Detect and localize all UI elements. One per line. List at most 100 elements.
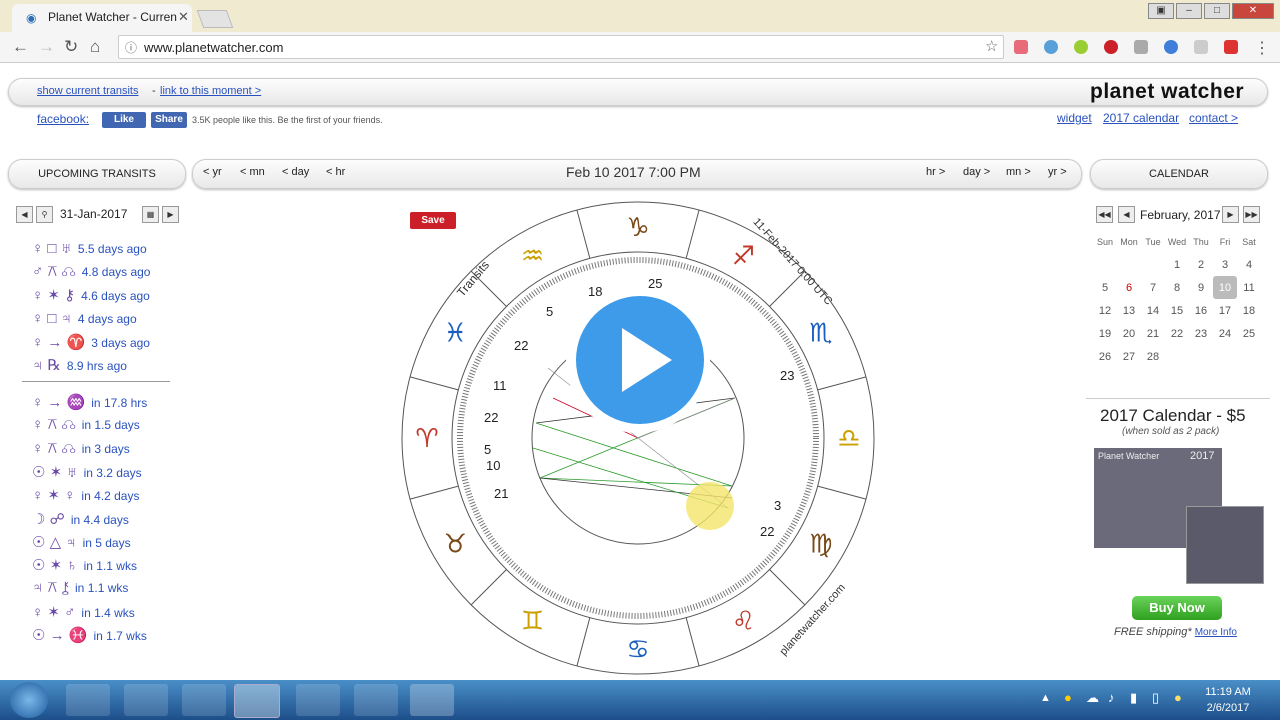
calendar-picker-icon[interactable]: ▦ [142,206,159,223]
cloud-icon[interactable]: ☁ [1086,690,1099,706]
transit-item[interactable]: ♀ → ♈ 3 days ago [32,333,150,351]
network-icon[interactable]: ▮ [1130,690,1137,706]
calendar-day[interactable]: 20 [1117,322,1141,345]
year-back-button[interactable]: < yr [203,166,222,178]
calendar-day[interactable]: 21 [1141,322,1165,345]
more-info-link[interactable]: More Info [1195,627,1237,638]
extension-icon[interactable] [1044,40,1058,54]
transit-item[interactable]: ♀ ✶ ♂ in 1.4 wks [32,603,135,621]
transit-item[interactable]: ☽ ☍ in 4.4 days [32,510,129,528]
transit-item[interactable]: ♃ ℞ 8.9 hrs ago [32,356,127,374]
bookmark-star-icon[interactable]: ☆ [985,37,998,55]
month-forward-button[interactable]: mn > [1006,166,1031,178]
calendar-day[interactable]: 7 [1141,276,1165,299]
chrome-icon[interactable] [234,684,280,718]
calendar-day[interactable]: 19 [1093,322,1117,345]
calendar-day[interactable]: 4 [1237,253,1261,276]
fb-share-button[interactable]: Share [151,112,187,128]
system-clock[interactable]: 11:19 AM 2/6/2017 [1200,684,1256,716]
maximize-button[interactable]: □ [1204,3,1230,19]
minimize-button[interactable]: – [1176,3,1202,19]
calendar-day[interactable]: 17 [1213,299,1237,322]
logo[interactable]: planet watcher [1090,80,1244,104]
calendar-day[interactable]: 5 [1093,276,1117,299]
calendar-next-month-button[interactable]: ▶ [1222,206,1239,223]
calendar-day[interactable]: 18 [1237,299,1261,322]
menu-icon[interactable]: ⋮ [1254,38,1270,58]
transit-item[interactable]: ♀ □ ♅ 5.5 days ago [32,240,147,257]
show-transits-link[interactable]: show current transits [37,85,138,97]
calendar-day[interactable]: 25 [1237,322,1261,345]
calendar-day[interactable]: 24 [1213,322,1237,345]
hour-forward-button[interactable]: hr > [926,166,945,178]
calendar-day[interactable]: 15 [1165,299,1189,322]
next-date-button[interactable]: ▶ [162,206,179,223]
tray-icon[interactable]: ● [1174,690,1182,705]
transit-item[interactable]: ☉ ✶ ♅ in 3.2 days [32,463,142,481]
calendar-next-year-button[interactable]: ▶▶ [1243,206,1260,223]
close-window-button[interactable]: ✕ [1232,3,1274,19]
fb-like-button[interactable]: Like [102,112,146,128]
calendar-day[interactable]: 3 [1213,253,1237,276]
calendar-day[interactable]: 10 [1213,276,1237,299]
calendar-day[interactable]: 22 [1165,322,1189,345]
calendar-day[interactable]: 26 [1093,345,1117,368]
calendar-day[interactable]: 28 [1141,345,1165,368]
new-tab-button[interactable] [196,10,234,28]
recorder-icon[interactable] [410,684,454,716]
volume-icon[interactable]: ♪ [1108,690,1115,705]
hour-back-button[interactable]: < hr [326,166,345,178]
taskbar-app-icon[interactable] [66,684,110,716]
search-icon[interactable]: ⚲ [36,206,53,223]
calendar-day[interactable]: 1 [1165,253,1189,276]
contact-link[interactable]: contact > [1189,111,1238,125]
buy-now-button[interactable]: Buy Now [1132,596,1222,620]
calendar-link[interactable]: 2017 calendar [1103,111,1179,125]
prev-date-button[interactable]: ◀ [16,206,33,223]
transit-item[interactable]: ♂ ⚻ ☊ 4.8 days ago [32,263,150,280]
folder-icon[interactable] [296,684,340,716]
transit-item[interactable]: ♀ ⚻ ☊ in 3 days [32,440,130,457]
transit-item[interactable]: ♀ → ♒ in 17.8 hrs [32,393,147,411]
widget-link[interactable]: widget [1057,111,1092,125]
extension-icon[interactable] [1224,40,1238,54]
calendar-day[interactable]: 27 [1117,345,1141,368]
calendar-detail-image[interactable] [1186,506,1264,584]
info-icon[interactable]: ⓘ [125,39,137,56]
transit-item[interactable]: ♀ ✶ ⚷ 4.6 days ago [32,286,150,304]
calendar-day[interactable]: 12 [1093,299,1117,322]
taskbar-app-icon[interactable] [182,684,226,716]
transit-item[interactable]: ♀ □ ♃ 4 days ago [32,310,137,327]
transit-item[interactable]: ♀ ⚻ ☊ in 1.5 days [32,416,140,433]
calendar-day[interactable]: 2 [1189,253,1213,276]
year-forward-button[interactable]: yr > [1048,166,1067,178]
calendar-day[interactable]: 13 [1117,299,1141,322]
tab-close-icon[interactable]: ✕ [178,9,189,25]
day-back-button[interactable]: < day [282,166,309,178]
start-button[interactable] [10,682,48,718]
calendar-day[interactable]: 16 [1189,299,1213,322]
calendar-day[interactable]: 11 [1237,276,1261,299]
extension-icon[interactable] [1014,40,1028,54]
calendar-day[interactable]: 14 [1141,299,1165,322]
media-icon[interactable] [354,684,398,716]
transit-item[interactable]: ☉ ✶ ♄ in 1.1 wks [32,556,137,574]
extension-icon[interactable] [1194,40,1208,54]
ie-icon[interactable] [124,684,168,716]
calendar-prev-month-button[interactable]: ◀ [1118,206,1135,223]
extension-icon[interactable] [1164,40,1178,54]
month-back-button[interactable]: < mn [240,166,265,178]
day-forward-button[interactable]: day > [963,166,990,178]
forward-arrow-icon[interactable]: → [38,37,55,57]
transit-item[interactable]: ♃ ⚻ ⚷ in 1.1 wks [32,579,128,596]
home-icon[interactable]: ⌂ [90,37,100,57]
user-icon[interactable]: ▣ [1148,3,1174,19]
transit-item[interactable]: ☉ △ ♃ in 5 days [32,533,131,551]
calendar-prev-year-button[interactable]: ◀◀ [1096,206,1113,223]
calendar-day[interactable]: 8 [1165,276,1189,299]
back-arrow-icon[interactable]: ← [12,37,29,57]
link-moment[interactable]: link to this moment > [160,85,261,97]
pinterest-icon[interactable] [1104,40,1118,54]
reload-icon[interactable]: ↻ [64,37,78,57]
calendar-day[interactable]: 23 [1189,322,1213,345]
